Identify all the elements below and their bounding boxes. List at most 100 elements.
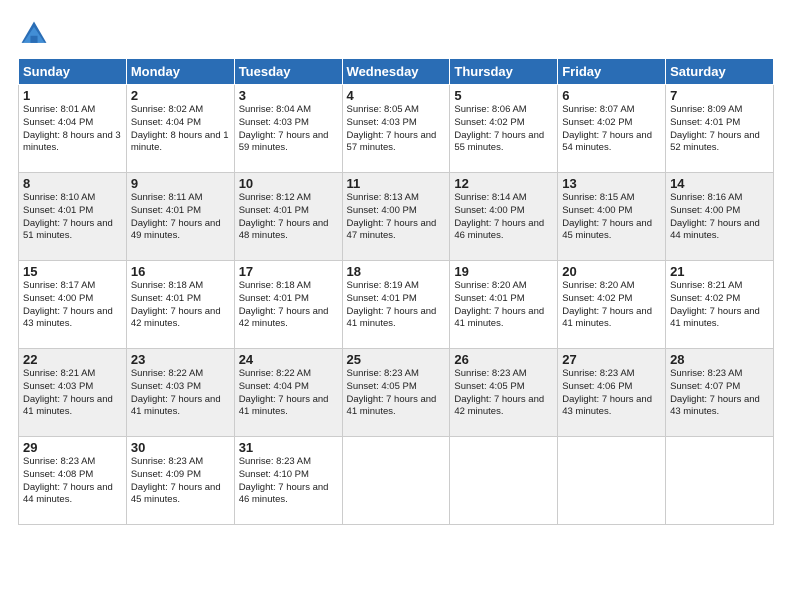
day-number: 20 [562, 264, 661, 279]
day-number: 5 [454, 88, 553, 103]
daylight-label: Daylight: 7 hours and 57 minutes. [347, 130, 437, 154]
daylight-label: Daylight: 7 hours and 46 minutes. [454, 218, 544, 242]
day-number: 22 [23, 352, 122, 367]
daylight-label: Daylight: 7 hours and 42 minutes. [131, 306, 221, 330]
sunset-label: Sunset: 4:01 PM [347, 293, 417, 304]
sunset-label: Sunset: 4:10 PM [239, 469, 309, 480]
calendar-cell: 2Sunrise: 8:02 AMSunset: 4:04 PMDaylight… [126, 85, 234, 173]
header-wednesday: Wednesday [342, 59, 450, 85]
daylight-label: Daylight: 7 hours and 41 minutes. [562, 306, 652, 330]
sunrise-label: Sunrise: 8:17 AM [23, 280, 95, 291]
day-number: 19 [454, 264, 553, 279]
daylight-label: Daylight: 7 hours and 43 minutes. [562, 394, 652, 418]
cell-content: Sunrise: 8:21 AMSunset: 4:02 PMDaylight:… [670, 280, 769, 331]
calendar-cell: 17Sunrise: 8:18 AMSunset: 4:01 PMDayligh… [234, 261, 342, 349]
calendar-cell: 18Sunrise: 8:19 AMSunset: 4:01 PMDayligh… [342, 261, 450, 349]
week-row-2: 8Sunrise: 8:10 AMSunset: 4:01 PMDaylight… [19, 173, 774, 261]
cell-content: Sunrise: 8:15 AMSunset: 4:00 PMDaylight:… [562, 192, 661, 243]
calendar-cell: 28Sunrise: 8:23 AMSunset: 4:07 PMDayligh… [666, 349, 774, 437]
sunset-label: Sunset: 4:05 PM [347, 381, 417, 392]
logo [18, 18, 54, 50]
cell-content: Sunrise: 8:22 AMSunset: 4:03 PMDaylight:… [131, 368, 230, 419]
calendar-table: SundayMondayTuesdayWednesdayThursdayFrid… [18, 58, 774, 525]
sunrise-label: Sunrise: 8:11 AM [131, 192, 203, 203]
sunset-label: Sunset: 4:09 PM [131, 469, 201, 480]
sunrise-label: Sunrise: 8:23 AM [23, 456, 95, 467]
calendar-cell: 27Sunrise: 8:23 AMSunset: 4:06 PMDayligh… [558, 349, 666, 437]
daylight-label: Daylight: 7 hours and 45 minutes. [562, 218, 652, 242]
cell-content: Sunrise: 8:23 AMSunset: 4:10 PMDaylight:… [239, 456, 338, 507]
day-number: 4 [347, 88, 446, 103]
daylight-label: Daylight: 8 hours and 3 minutes. [23, 130, 121, 154]
cell-content: Sunrise: 8:13 AMSunset: 4:00 PMDaylight:… [347, 192, 446, 243]
daylight-label: Daylight: 8 hours and 1 minute. [131, 130, 229, 154]
sunrise-label: Sunrise: 8:06 AM [454, 104, 526, 115]
cell-content: Sunrise: 8:05 AM Sunset: 4:03 PM Daylight:… [347, 104, 446, 155]
week-row-3: 15Sunrise: 8:17 AMSunset: 4:00 PMDayligh… [19, 261, 774, 349]
calendar-cell: 6Sunrise: 8:07 AMSunset: 4:02 PMDaylight… [558, 85, 666, 173]
daylight-label: Daylight: 7 hours and 41 minutes. [239, 394, 329, 418]
week-row-4: 22Sunrise: 8:21 AMSunset: 4:03 PMDayligh… [19, 349, 774, 437]
cell-content: Sunrise: 8:18 AMSunset: 4:01 PMDaylight:… [131, 280, 230, 331]
daylight-label: Daylight: 7 hours and 44 minutes. [670, 218, 760, 242]
sunset-label: Sunset: 4:00 PM [562, 205, 632, 216]
sunrise-label: Sunrise: 8:20 AM [454, 280, 526, 291]
sunrise-label: Sunrise: 8:23 AM [670, 368, 742, 379]
calendar-cell: 21Sunrise: 8:21 AMSunset: 4:02 PMDayligh… [666, 261, 774, 349]
day-number: 25 [347, 352, 446, 367]
calendar-cell: 7Sunrise: 8:09 AMSunset: 4:01 PMDaylight… [666, 85, 774, 173]
week-row-5: 29Sunrise: 8:23 AMSunset: 4:08 PMDayligh… [19, 437, 774, 525]
cell-content: Sunrise: 8:14 AMSunset: 4:00 PMDaylight:… [454, 192, 553, 243]
sunrise-label: Sunrise: 8:16 AM [670, 192, 742, 203]
sunrise-label: Sunrise: 8:02 AM [131, 104, 203, 115]
calendar-cell: 8Sunrise: 8:10 AMSunset: 4:01 PMDaylight… [19, 173, 127, 261]
sunset-label: Sunset: 4:01 PM [131, 293, 201, 304]
daylight-label: Daylight: 7 hours and 54 minutes. [562, 130, 652, 154]
sunrise-label: Sunrise: 8:05 AM [347, 104, 419, 115]
daylight-label: Daylight: 7 hours and 41 minutes. [131, 394, 221, 418]
cell-content: Sunrise: 8:12 AMSunset: 4:01 PMDaylight:… [239, 192, 338, 243]
cell-content: Sunrise: 8:20 AMSunset: 4:01 PMDaylight:… [454, 280, 553, 331]
cell-content: Sunrise: 8:21 AMSunset: 4:03 PMDaylight:… [23, 368, 122, 419]
calendar-cell: 19Sunrise: 8:20 AMSunset: 4:01 PMDayligh… [450, 261, 558, 349]
day-number: 3 [239, 88, 338, 103]
cell-content: Sunrise: 8:23 AMSunset: 4:09 PMDaylight:… [131, 456, 230, 507]
sunrise-label: Sunrise: 8:12 AM [239, 192, 311, 203]
day-number: 13 [562, 176, 661, 191]
calendar-cell [342, 437, 450, 525]
day-number: 23 [131, 352, 230, 367]
sunrise-label: Sunrise: 8:01 AM [23, 104, 95, 115]
calendar-cell: 24Sunrise: 8:22 AMSunset: 4:04 PMDayligh… [234, 349, 342, 437]
sunrise-label: Sunrise: 8:23 AM [347, 368, 419, 379]
header-friday: Friday [558, 59, 666, 85]
cell-content: Sunrise: 8:22 AMSunset: 4:04 PMDaylight:… [239, 368, 338, 419]
daylight-label: Daylight: 7 hours and 44 minutes. [23, 482, 113, 506]
daylight-label: Daylight: 7 hours and 42 minutes. [454, 394, 544, 418]
logo-icon [18, 18, 50, 50]
cell-content: Sunrise: 8:01 AMSunset: 4:04 PMDaylight:… [23, 104, 122, 155]
calendar-cell: 12Sunrise: 8:14 AMSunset: 4:00 PMDayligh… [450, 173, 558, 261]
day-number: 18 [347, 264, 446, 279]
sunset-label: Sunset: 4:01 PM [454, 293, 524, 304]
daylight-label: Daylight: 7 hours and 42 minutes. [239, 306, 329, 330]
sunset-label: Sunset: 4:03 PM [23, 381, 93, 392]
sunset-label: Sunset: 4:01 PM [239, 293, 309, 304]
daylight-label: Daylight: 7 hours and 41 minutes. [670, 306, 760, 330]
sunset-label: Sunset: 4:02 PM [670, 293, 740, 304]
sunset-label: Sunset: 4:03 PM [347, 117, 417, 128]
header-sunday: Sunday [19, 59, 127, 85]
day-number: 16 [131, 264, 230, 279]
day-number: 7 [670, 88, 769, 103]
sunrise-label: Sunrise: 8:10 AM [23, 192, 95, 203]
day-number: 9 [131, 176, 230, 191]
calendar-cell: 14Sunrise: 8:16 AMSunset: 4:00 PMDayligh… [666, 173, 774, 261]
header-thursday: Thursday [450, 59, 558, 85]
calendar-cell: 25Sunrise: 8:23 AMSunset: 4:05 PMDayligh… [342, 349, 450, 437]
calendar-cell: 16Sunrise: 8:18 AMSunset: 4:01 PMDayligh… [126, 261, 234, 349]
cell-content: Sunrise: 8:23 AMSunset: 4:08 PMDaylight:… [23, 456, 122, 507]
calendar-cell: 20Sunrise: 8:20 AMSunset: 4:02 PMDayligh… [558, 261, 666, 349]
daylight-label: Daylight: 7 hours and 46 minutes. [239, 482, 329, 506]
sunset-label: Sunset: 4:03 PM [239, 117, 309, 128]
cell-content: Sunrise: 8:23 AMSunset: 4:05 PMDaylight:… [347, 368, 446, 419]
cell-content: Sunrise: 8:16 AMSunset: 4:00 PMDaylight:… [670, 192, 769, 243]
